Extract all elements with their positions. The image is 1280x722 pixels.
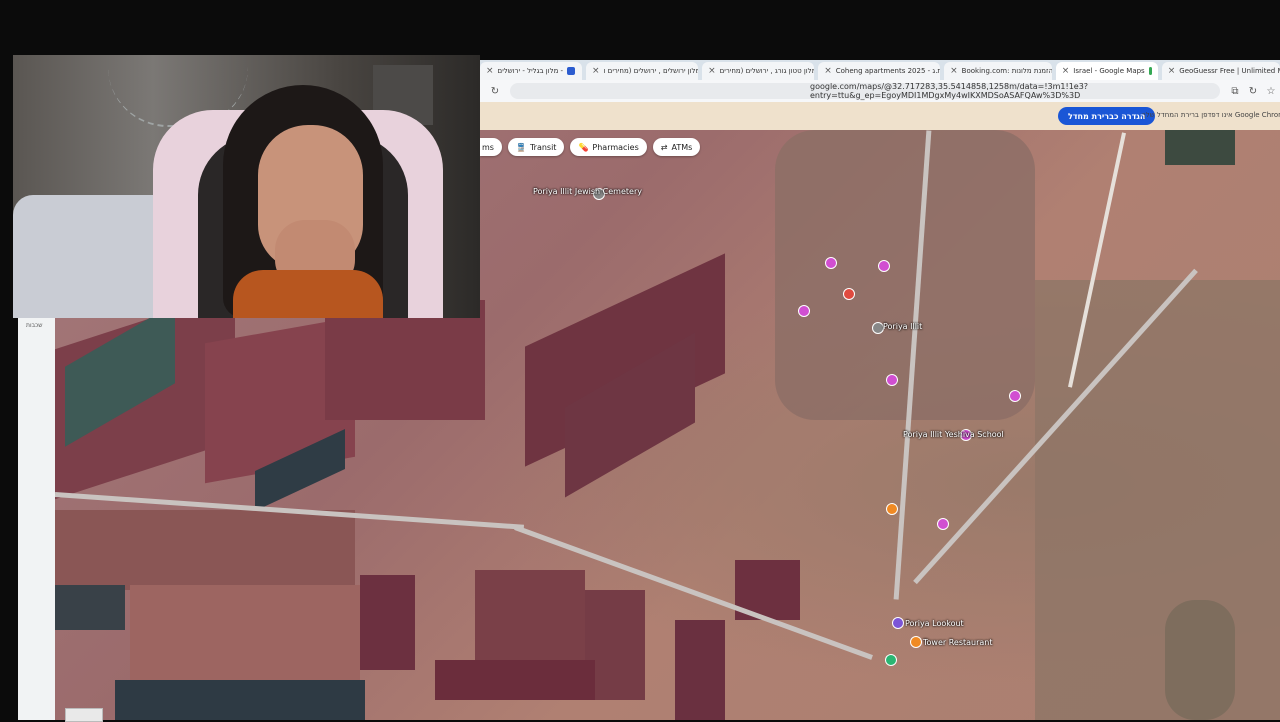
hill-area bbox=[1035, 280, 1280, 720]
place-pin[interactable] bbox=[843, 288, 855, 300]
field bbox=[360, 575, 415, 670]
tab-label: מלון טטון גורג , ירושלים (מחירים bbox=[719, 67, 815, 75]
field bbox=[55, 585, 125, 630]
tab-label: מלון ירושלים , ירושלים (מחירים ו bbox=[603, 67, 699, 75]
reload-icon[interactable]: ↻ bbox=[488, 84, 502, 98]
field bbox=[675, 620, 725, 720]
webcam-overlay bbox=[13, 55, 480, 318]
place-pin[interactable] bbox=[886, 503, 898, 515]
field bbox=[435, 660, 595, 700]
browser-tab[interactable]: × Israel - Google Maps bbox=[1055, 62, 1158, 80]
field bbox=[55, 510, 355, 590]
default-browser-infobar: הגדרה כברירת מחדל אינו דפדפן ברירת המחדל… bbox=[480, 102, 1280, 130]
lookout-label[interactable]: Poriya Lookout bbox=[905, 619, 964, 628]
transit-icon: 🚆 bbox=[515, 142, 526, 152]
field bbox=[115, 680, 365, 720]
address-url: google.com/maps/@32.717283,35.5414858,12… bbox=[810, 82, 1089, 100]
booking-icon bbox=[567, 67, 576, 75]
tab-label: Coheng apartments 2025 - ת.ג. bbox=[835, 67, 941, 75]
place-pin[interactable] bbox=[886, 374, 898, 386]
browser-tab[interactable]: × מלון ירושלים , ירושלים (מחירים ו bbox=[586, 62, 699, 80]
star-icon[interactable]: ☆ bbox=[1264, 84, 1278, 98]
webcam-person-top bbox=[233, 270, 383, 318]
place-pin[interactable] bbox=[892, 617, 904, 629]
close-icon[interactable]: × bbox=[824, 66, 832, 76]
place-pin[interactable] bbox=[910, 636, 922, 648]
cemetery-label[interactable]: Poriya Illit Jewish Cemetery bbox=[533, 187, 642, 196]
maps-icon bbox=[1148, 67, 1152, 75]
village-area bbox=[775, 130, 1035, 420]
restaurant-label[interactable]: Tower Restaurant bbox=[923, 638, 993, 647]
share-icon[interactable]: ⧉ bbox=[1228, 84, 1242, 98]
place-pin[interactable] bbox=[937, 518, 949, 530]
set-default-button[interactable]: הגדרה כברירת מחדל bbox=[1058, 107, 1156, 125]
tab-label: Israel - Google Maps bbox=[1073, 67, 1145, 75]
map-category-chips: ms 🚆 Transit 💊 Pharmacies ⇄ ATMs bbox=[480, 138, 701, 156]
settlement-label[interactable]: Poriya Illit bbox=[883, 322, 922, 331]
close-icon[interactable]: × bbox=[486, 66, 494, 76]
chip-pharmacies[interactable]: 💊 Pharmacies bbox=[570, 138, 647, 156]
chip-partial[interactable]: ms bbox=[480, 138, 502, 156]
infobar-message: אינו דפדפן ברירת המחדל שלך Google Chrome bbox=[1142, 111, 1280, 119]
address-row: ↻ google.com/maps/@32.717283,35.5414858,… bbox=[480, 80, 1280, 102]
tab-strip: × מלון בגליל - ירושלים - × מלון ירושלים , י… bbox=[480, 60, 1280, 80]
place-pin[interactable] bbox=[825, 257, 837, 269]
browser-tab[interactable]: × GeoGuessr Free | Unlimited M bbox=[1161, 62, 1280, 80]
browser-tab[interactable]: ×Coheng apartments 2025 - ת.ג. bbox=[818, 62, 941, 80]
pharmacy-icon: 💊 bbox=[578, 142, 589, 152]
chip-atms[interactable]: ⇄ ATMs bbox=[652, 138, 701, 156]
close-icon[interactable]: × bbox=[1168, 66, 1176, 76]
tab-label: מלון בגליל - ירושלים - bbox=[497, 67, 564, 75]
browser-tab[interactable]: × Booking.com: הזמנת מלונות bbox=[944, 62, 1052, 80]
place-pin[interactable] bbox=[885, 654, 897, 666]
tab-label: GeoGuessr Free | Unlimited M bbox=[1179, 67, 1280, 75]
browser-window: × מלון בגליל - ירושלים - × מלון ירושלים , י… bbox=[480, 60, 1280, 130]
address-bar[interactable]: google.com/maps/@32.717283,35.5414858,12… bbox=[510, 82, 1220, 100]
tab-label: Booking.com: הזמנת מלונות bbox=[961, 67, 1052, 75]
field bbox=[325, 300, 485, 420]
refresh-icon[interactable]: ↻ bbox=[1246, 84, 1260, 98]
field bbox=[130, 585, 360, 695]
browser-tab[interactable]: × מלון טטון גורג , ירושלים (מחירים bbox=[702, 62, 815, 80]
layers-label[interactable]: שכבות bbox=[26, 322, 42, 329]
top-black-bar bbox=[0, 0, 1280, 56]
close-icon[interactable]: × bbox=[950, 66, 958, 76]
place-pin[interactable] bbox=[1009, 390, 1021, 402]
place-pin[interactable] bbox=[798, 305, 810, 317]
close-icon[interactable]: × bbox=[592, 66, 600, 76]
atm-icon: ⇄ bbox=[660, 142, 668, 152]
chip-transit[interactable]: 🚆 Transit bbox=[507, 138, 565, 156]
place-pin[interactable] bbox=[878, 260, 890, 272]
orchard bbox=[1165, 130, 1235, 165]
school-label[interactable]: Poriya Illit Yeshiva School bbox=[903, 430, 1004, 439]
close-icon[interactable]: × bbox=[708, 66, 716, 76]
browser-tab[interactable]: × מלון בגליל - ירושלים - bbox=[480, 62, 582, 80]
close-icon[interactable]: × bbox=[1062, 66, 1070, 76]
maps-left-sidebar: שכבות bbox=[18, 318, 55, 720]
